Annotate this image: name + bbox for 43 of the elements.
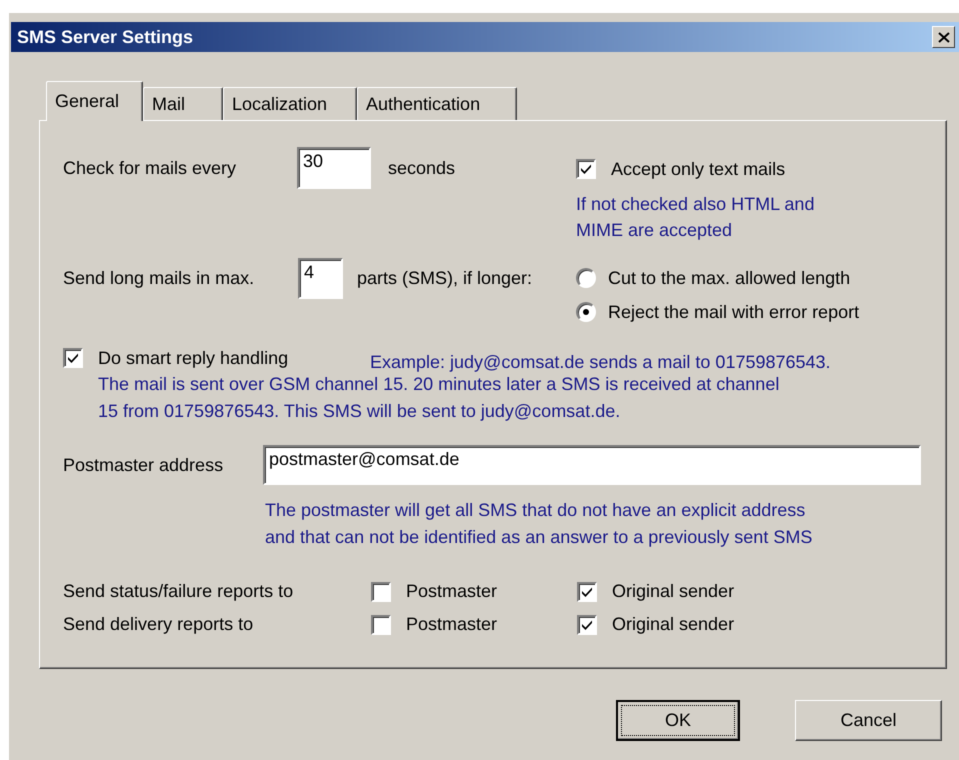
checkmark-icon [581, 618, 593, 630]
hint-text: If not checked also HTML and MIME are accepted [576, 193, 814, 242]
checkbox-label: Postmaster [406, 614, 498, 635]
field-label: Send status/failure reports to [63, 581, 294, 602]
example-text: Example: judy@comsat.de sends a mail to 01759876543. [370, 351, 831, 374]
checkbox[interactable] [371, 582, 391, 602]
field-label: Check for mails every [63, 158, 238, 178]
cancel-button[interactable]: Cancel [795, 700, 942, 741]
tab[interactable]: Mail [143, 87, 223, 120]
field-label: Send long mails in max. [63, 268, 256, 289]
postmaster-field[interactable]: postmaster@comsat.de [263, 445, 921, 485]
field-label: Send delivery reports to [63, 614, 254, 635]
checkbox-label: Original sender [612, 581, 734, 602]
checkbox-label: Do smart reply handling [98, 348, 290, 368]
ok-button[interactable]: OK [616, 700, 740, 741]
radio-label: Cut to the max. allowed length [608, 268, 850, 288]
field-label: Postmaster address [63, 454, 224, 476]
radio-label: Reject the mail with error report [608, 302, 860, 322]
parts-field[interactable]: 4 [298, 258, 343, 299]
example-details: The mail is sent over GSM channel 15. 20 minutes later a SMS is received at channel 15 from 01759876543. This SMS will be sent to judy@comsat.de. [98, 373, 780, 423]
window-title: SMS Server Settings [17, 26, 194, 48]
checkbox[interactable] [371, 614, 391, 634]
checkmark-icon [581, 586, 593, 598]
hint-text: The postmaster will get all SMS that do not have an explicit address and that can not be identified as an answer to a previously sent SMS [265, 499, 814, 549]
interval-field[interactable]: 30 [297, 147, 371, 189]
tab[interactable]: Localization [223, 87, 357, 120]
unit-label: seconds [388, 158, 456, 178]
checkbox[interactable] [576, 159, 596, 179]
tab[interactable]: Authentication [357, 87, 517, 120]
checkbox[interactable] [577, 582, 597, 602]
tab[interactable]: General [46, 81, 143, 121]
close-button[interactable] [932, 26, 955, 48]
close-icon [938, 32, 950, 42]
checkbox[interactable] [63, 348, 83, 368]
checkbox-label: Original sender [612, 614, 734, 635]
checkmark-icon [580, 163, 592, 175]
checkbox[interactable] [577, 614, 597, 634]
checkbox-label: Postmaster [406, 581, 498, 602]
checkmark-icon [67, 352, 79, 364]
radio-button[interactable] [576, 268, 596, 288]
unit-label: parts (SMS), if longer: [357, 268, 532, 289]
radio-button[interactable] [576, 302, 596, 322]
checkbox-label: Accept only text mails [611, 158, 786, 180]
